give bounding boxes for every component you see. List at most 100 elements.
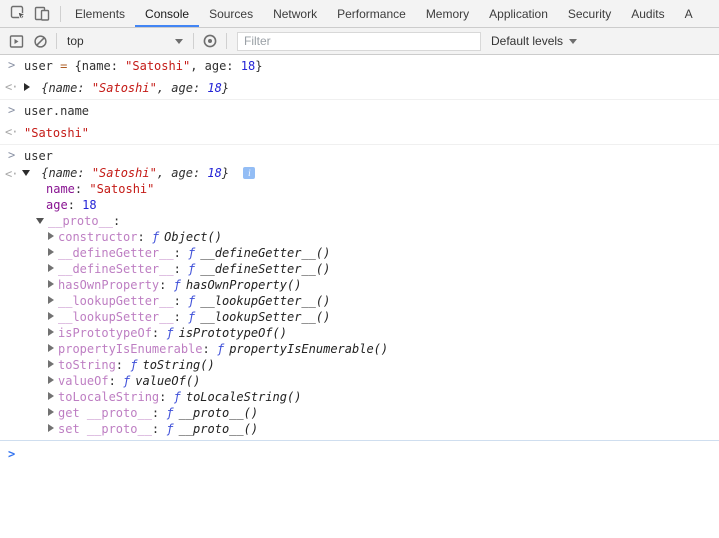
object-property-row: name: "Satoshi" [0,181,719,197]
result-arrow-icon: <· [5,166,17,182]
function-signature: __lookupGetter__() [200,294,330,308]
expand-triangle-icon[interactable] [48,264,54,272]
proto-method-row: toLocaleString: ƒtoLocaleString() [0,389,719,405]
function-signature: toString() [142,358,214,372]
command-text: user.name [24,104,89,118]
function-signature: valueOf() [135,374,200,388]
expand-triangle-icon[interactable] [48,424,54,432]
expand-triangle-icon[interactable] [48,392,54,400]
inspect-element-icon[interactable] [6,2,30,26]
expanded-object-result: <· {name: "Satoshi", age: 18} i name: "S… [0,163,719,440]
clear-console-icon[interactable] [28,29,52,53]
result-arrow-icon: <· [5,81,17,94]
property-name: age [46,198,68,212]
proto-method-row: __lookupSetter__: ƒ__lookupSetter__() [0,309,719,325]
proto-row: __proto__: [0,213,719,229]
method-name[interactable]: toLocaleString [58,390,159,404]
filter-input[interactable] [237,32,481,51]
divider [56,33,57,49]
result-string: "Satoshi" [24,126,89,140]
method-name[interactable]: __defineGetter__ [58,246,174,260]
method-name[interactable]: propertyIsEnumerable [58,342,203,356]
proto-method-row: __defineSetter__: ƒ__defineSetter__() [0,261,719,277]
console-sidebar-icon[interactable] [4,29,28,53]
chevron-down-icon [569,39,577,44]
console-output: > user = {name: "Satoshi", age: 18} <· {… [0,55,719,538]
method-name[interactable]: set __proto__ [58,422,152,436]
object-preview[interactable]: {name: "Satoshi", age: 18} [41,166,229,180]
method-name[interactable]: valueOf [58,374,109,388]
method-name[interactable]: get __proto__ [58,406,152,420]
method-name[interactable]: hasOwnProperty [58,278,159,292]
proto-method-row: valueOf: ƒvalueOf() [0,373,719,389]
function-signature: __lookupSetter__() [200,310,330,324]
expand-triangle-icon[interactable] [48,232,54,240]
live-expression-eye-icon[interactable] [198,29,222,53]
property-name: name [46,182,75,196]
method-name[interactable]: toString [58,358,116,372]
proto-name[interactable]: __proto__ [48,214,113,228]
tab-performance[interactable]: Performance [327,0,416,27]
proto-method-row: __defineGetter__: ƒ__defineGetter__() [0,245,719,261]
proto-method-row: constructor: ƒObject() [0,229,719,245]
device-toolbar-icon[interactable] [30,2,54,26]
function-prefix: ƒ [217,342,224,356]
expand-triangle-icon[interactable] [48,248,54,256]
expand-triangle-icon[interactable] [48,408,54,416]
tab-sources[interactable]: Sources [199,0,263,27]
console-toolbar: top Default levels [0,28,719,55]
log-levels-label: Default levels [491,34,563,48]
function-signature: __defineGetter__() [200,246,330,260]
method-name[interactable]: __defineSetter__ [58,262,174,276]
expand-triangle-icon[interactable] [48,344,54,352]
prompt-chevron-icon: > [8,447,15,461]
execution-context-selector[interactable]: top [61,34,189,48]
proto-method-row: hasOwnProperty: ƒhasOwnProperty() [0,277,719,293]
function-prefix: ƒ [188,310,195,324]
object-preview[interactable]: {name: "Satoshi", age: 18} [41,81,229,95]
function-prefix: ƒ [174,278,181,292]
tab-memory[interactable]: Memory [416,0,479,27]
tab-security[interactable]: Security [558,0,621,27]
proto-method-list: constructor: ƒObject() __defineGetter__:… [0,229,719,437]
tab-partial[interactable]: A [675,0,703,27]
function-signature: isPrototypeOf() [179,326,287,340]
function-signature: Object() [164,230,222,244]
divider [193,33,194,49]
tab-audits[interactable]: Audits [621,0,674,27]
object-property-row: age: 18 [0,197,719,213]
collapse-triangle-icon[interactable] [36,218,44,224]
info-badge-icon[interactable]: i [243,167,255,179]
function-signature: hasOwnProperty() [186,278,302,292]
tab-console[interactable]: Console [135,0,199,27]
console-result: <· "Satoshi" [0,122,719,145]
expand-triangle-icon[interactable] [48,280,54,288]
input-chevron-icon: > [8,104,15,117]
console-command: > user [0,145,719,163]
proto-method-row: isPrototypeOf: ƒisPrototypeOf() [0,325,719,341]
chevron-down-icon [175,39,183,44]
command-text: user = {name: "Satoshi", age: 18} [24,59,262,73]
function-prefix: ƒ [152,230,159,244]
method-name[interactable]: constructor [58,230,137,244]
expand-triangle-icon[interactable] [48,312,54,320]
command-text: user [24,149,53,163]
method-name[interactable]: isPrototypeOf [58,326,152,340]
method-name[interactable]: __lookupGetter__ [58,294,174,308]
tab-application[interactable]: Application [479,0,558,27]
method-name[interactable]: __lookupSetter__ [58,310,174,324]
expand-triangle-icon[interactable] [48,328,54,336]
tab-network[interactable]: Network [263,0,327,27]
function-prefix: ƒ [130,358,137,372]
proto-method-row: propertyIsEnumerable: ƒpropertyIsEnumera… [0,341,719,357]
expand-triangle-icon[interactable] [48,296,54,304]
collapse-triangle-icon[interactable] [22,170,30,176]
tab-elements[interactable]: Elements [65,0,135,27]
expand-triangle-icon[interactable] [24,83,30,91]
console-prompt[interactable]: > [0,440,719,538]
log-levels-dropdown[interactable]: Default levels [487,34,581,48]
proto-method-row: get __proto__: ƒ__proto__() [0,405,719,421]
function-prefix: ƒ [166,422,173,436]
expand-triangle-icon[interactable] [48,360,54,368]
expand-triangle-icon[interactable] [48,376,54,384]
